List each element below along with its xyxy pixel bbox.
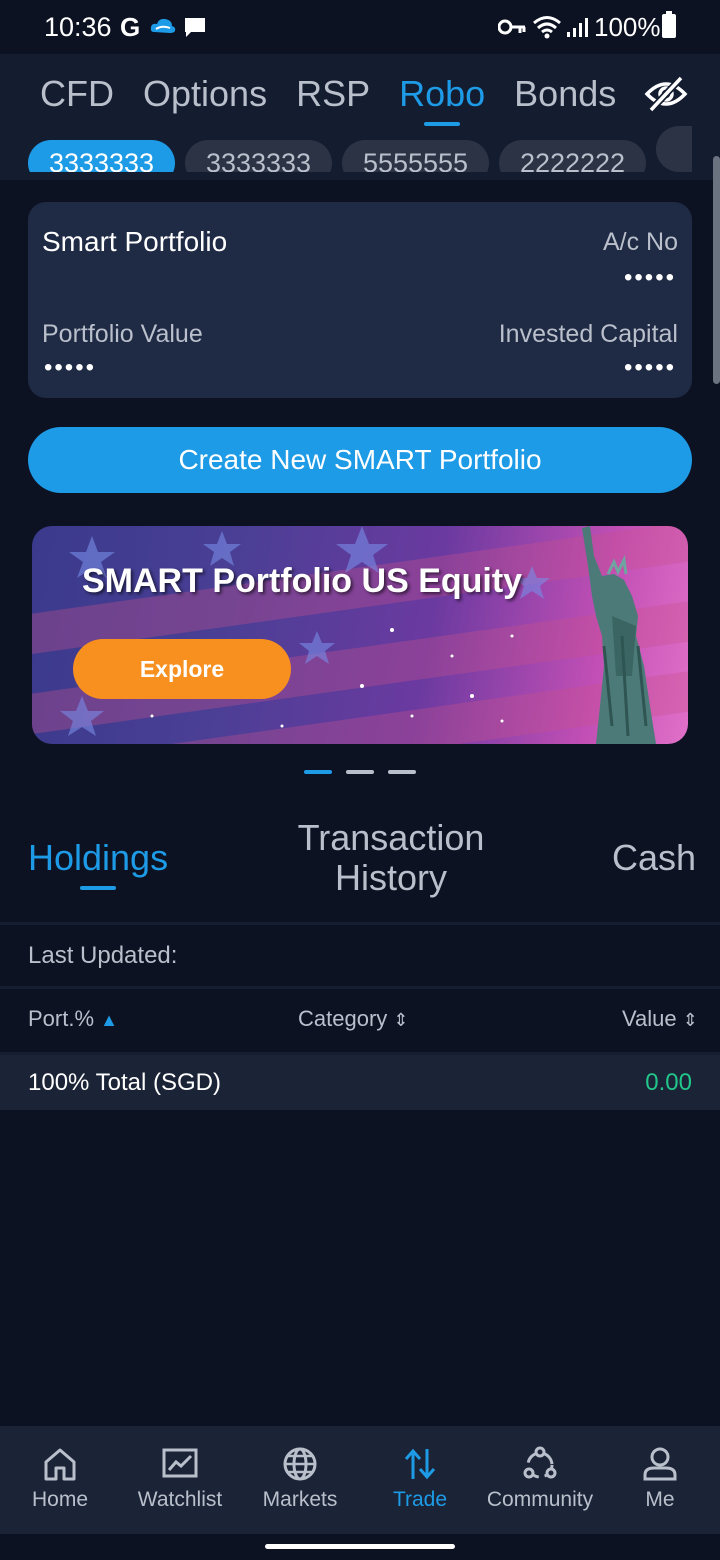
carousel-dot[interactable] <box>388 770 416 774</box>
account-chip[interactable]: 5555555 <box>342 140 489 172</box>
community-icon <box>523 1446 557 1479</box>
acno-value: ••••• <box>623 264 676 291</box>
carousel-dot[interactable] <box>346 770 374 774</box>
gesture-bar[interactable] <box>265 1544 455 1549</box>
column-category[interactable]: Category ⇕ <box>298 1006 409 1032</box>
nav-markets[interactable]: Markets <box>240 1426 360 1534</box>
portfolio-value-label: Portfolio Value <box>42 320 203 348</box>
account-chip[interactable]: 3333333 <box>185 140 332 172</box>
explore-button[interactable]: Explore <box>73 639 291 699</box>
nav-watchlist[interactable]: Watchlist <box>120 1426 240 1534</box>
statue-of-liberty-image <box>582 526 656 744</box>
account-chip[interactable]: 3333333 <box>28 140 175 172</box>
status-time: 10:36 <box>44 12 112 42</box>
product-tabs: CFD Options RSP Robo Bonds <box>40 72 645 126</box>
banner-title: SMART Portfolio US Equity <box>82 562 523 600</box>
tab-cfd[interactable]: CFD <box>40 72 114 116</box>
column-label: Port.% <box>28 1006 95 1031</box>
nav-label: Home <box>31 1488 89 1511</box>
nav-label: Me <box>645 1488 675 1511</box>
message-icon <box>185 18 205 37</box>
sort-icon: ⇕ <box>682 1010 698 1030</box>
tab-bonds[interactable]: Bonds <box>514 72 616 116</box>
status-bar: 10:36 G 100% <box>0 0 720 54</box>
portfolio-card: Smart Portfolio A/c No ••••• Portfolio V… <box>28 202 692 398</box>
nav-label: Community <box>486 1488 594 1511</box>
user-icon <box>643 1447 677 1481</box>
battery-percent: 100% <box>594 12 661 42</box>
google-icon: G <box>120 12 141 42</box>
tab-cash[interactable]: Cash <box>612 838 696 878</box>
tab-options[interactable]: Options <box>143 72 267 116</box>
column-value[interactable]: Value ⇕ <box>622 1006 698 1032</box>
carousel-indicator <box>304 770 416 774</box>
eye-slash-icon[interactable] <box>644 74 688 114</box>
cloud-icon <box>150 18 176 33</box>
nav-label: Markets <box>262 1488 338 1511</box>
nav-label: Watchlist <box>137 1488 223 1511</box>
promo-banner[interactable]: SMART Portfolio US Equity Explore <box>32 526 688 744</box>
nav-home[interactable]: Home <box>0 1426 120 1534</box>
tab-transaction-history[interactable]: Transaction History <box>280 818 502 898</box>
total-label: 100% Total (SGD) <box>28 1069 221 1096</box>
tab-robo[interactable]: Robo <box>399 72 485 126</box>
invested-capital-value: ••••• <box>623 354 676 381</box>
column-port-percent[interactable]: Port.% ▲︎ <box>28 1006 118 1032</box>
scrollbar[interactable] <box>713 156 720 384</box>
vpn-key-icon <box>498 19 526 35</box>
account-chip[interactable] <box>656 126 692 172</box>
carousel-dot-active[interactable] <box>304 770 332 774</box>
last-updated-label: Last Updated: <box>28 942 178 969</box>
home-icon <box>44 1448 76 1481</box>
sort-icon: ⇕ <box>393 1010 409 1030</box>
account-chip[interactable]: 2222222 <box>499 140 646 172</box>
tab-rsp[interactable]: RSP <box>296 72 370 116</box>
divider <box>0 922 720 925</box>
battery-icon <box>662 11 676 38</box>
invested-capital-label: Invested Capital <box>498 320 678 348</box>
create-portfolio-button[interactable]: Create New SMART Portfolio <box>28 427 692 493</box>
header: CFD Options RSP Robo Bonds 3333333 333333… <box>0 54 720 180</box>
bottom-navigation: Home Watchlist Markets Trade Community M… <box>0 1426 720 1534</box>
total-value: 0.00 <box>645 1069 692 1096</box>
divider <box>0 986 720 989</box>
signal-icon <box>567 18 588 37</box>
nav-trade[interactable]: Trade <box>360 1426 480 1534</box>
nav-label: Trade <box>392 1488 448 1511</box>
globe-icon <box>283 1447 317 1481</box>
sort-icon: ▲︎ <box>100 1010 118 1030</box>
arrows-updown-icon <box>404 1448 436 1480</box>
nav-community[interactable]: Community <box>480 1426 600 1534</box>
portfolio-title: Smart Portfolio <box>42 226 228 257</box>
acno-label: A/c No <box>602 228 678 256</box>
wifi-icon <box>533 16 561 39</box>
column-label: Category <box>298 1006 388 1031</box>
table-total-row: 100% Total (SGD) 0.00 <box>0 1055 720 1110</box>
portfolio-value: ••••• <box>44 354 97 381</box>
column-label: Value <box>622 1006 677 1031</box>
account-selector: 3333333 3333333 5555555 2222222 <box>28 126 692 172</box>
chart-icon <box>162 1448 198 1478</box>
tab-holdings[interactable]: Holdings <box>28 838 168 890</box>
holdings-tabs: Holdings Transaction History Cash <box>0 808 720 920</box>
nav-me[interactable]: Me <box>600 1426 720 1534</box>
